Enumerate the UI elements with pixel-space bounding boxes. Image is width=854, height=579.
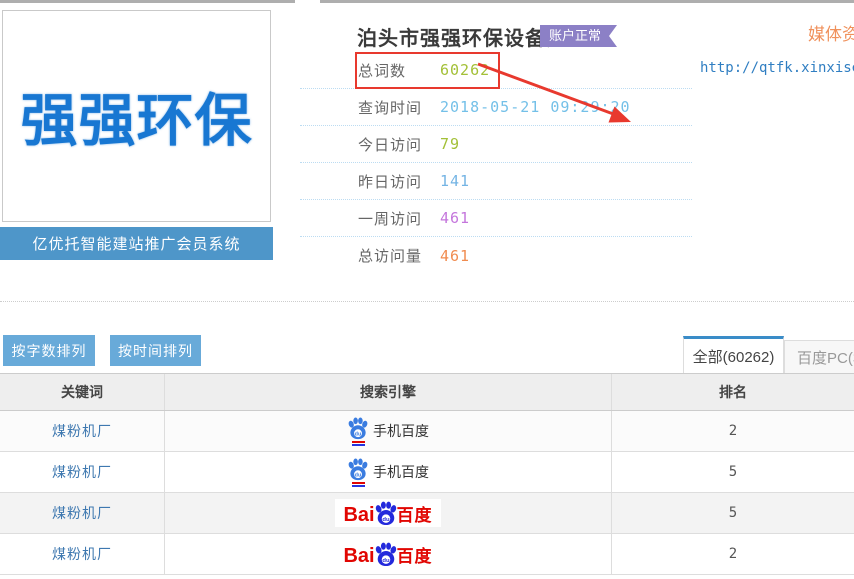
stat-label: 昨日访问: [358, 171, 440, 192]
keyword-cell: 煤粉机厂: [0, 534, 165, 574]
account-status-badge: 账户正常: [540, 25, 617, 47]
company-title: 泊头市强强环保设备厂: [357, 22, 567, 51]
stat-label: 总访问量: [358, 245, 440, 266]
stat-label: 总词数: [358, 60, 440, 81]
keyword-cell: 煤粉机厂: [0, 493, 165, 533]
engine-cell: Bai du 百度: [165, 534, 612, 574]
header-rank: 排名: [612, 374, 854, 410]
svg-text:du: du: [355, 431, 362, 437]
rank-cell: 2: [612, 534, 854, 574]
company-logo-text: 强强环保: [21, 75, 253, 157]
member-system-page: 强强环保 亿优托智能建站推广会员系统 泊头市强强环保设备厂 账户正常 媒体资 h…: [0, 0, 854, 579]
top-edge-strip-left: [0, 0, 295, 3]
engine-cell: du 手机百度: [165, 411, 612, 451]
table-row: 煤粉机厂 Bai du 百度 2: [0, 534, 854, 575]
engine-cell: du 手机百度: [165, 452, 612, 492]
svg-text:du: du: [382, 558, 390, 564]
engine-label: 手机百度: [373, 462, 429, 482]
table-header-row: 关键词 搜索引擎 排名: [0, 373, 854, 411]
sort-by-time-button[interactable]: 按时间排列: [110, 335, 201, 366]
stat-row: 昨日访问 141: [300, 163, 692, 200]
media-section-heading: 媒体资: [808, 20, 854, 45]
rank-cell: 5: [612, 452, 854, 492]
keyword-link[interactable]: 煤粉机厂: [52, 421, 112, 441]
stat-value: 79: [440, 135, 460, 153]
baidu-cn-text: 百度: [397, 547, 433, 567]
stat-row: 总词数 60262: [300, 52, 692, 89]
mobile-baidu-logo: du 手机百度: [347, 457, 429, 487]
stat-value: 461: [440, 209, 470, 227]
baidu-cn-text: 百度: [397, 506, 433, 526]
stat-value: 60262: [440, 61, 490, 79]
results-table-body: 煤粉机厂 du 手机百度: [0, 411, 854, 575]
stat-label: 一周访问: [358, 208, 440, 229]
site-url-link[interactable]: http://qtfk.xinxisea.: [700, 60, 854, 76]
logo-blue-bar: [352, 485, 365, 487]
stats-list: 总词数 60262 查询时间 2018-05-21 09:29:20 今日访问 …: [300, 52, 692, 274]
baidu-pc-logo: Bai du 百度: [335, 499, 440, 527]
header-keyword: 关键词: [0, 374, 165, 410]
logo-red-bar: [352, 441, 365, 443]
baidu-paw-icon: du: [347, 457, 369, 487]
logo-red-bar: [352, 482, 365, 484]
stat-label: 今日访问: [358, 134, 440, 155]
keyword-link[interactable]: 煤粉机厂: [52, 503, 112, 523]
table-row: 煤粉机厂 du 手机百度: [0, 452, 854, 493]
keyword-results-table: 关键词 搜索引擎 排名 煤粉机厂 du: [0, 373, 854, 575]
system-banner: 亿优托智能建站推广会员系统: [0, 227, 273, 260]
keyword-cell: 煤粉机厂: [0, 411, 165, 451]
sort-by-words-button[interactable]: 按字数排列: [3, 335, 95, 366]
baidu-paw-icon: du: [373, 541, 399, 567]
stat-row: 总访问量 461: [300, 237, 692, 274]
baidu-bai-text: Bai: [343, 545, 374, 567]
baidu-bai-text: Bai: [343, 504, 374, 526]
keyword-link[interactable]: 煤粉机厂: [52, 544, 112, 564]
stat-value: 461: [440, 247, 470, 265]
stat-row: 查询时间 2018-05-21 09:29:20: [300, 89, 692, 126]
logo-blue-bar: [352, 444, 365, 446]
engine-label: 手机百度: [373, 421, 429, 441]
stat-row: 今日访问 79: [300, 126, 692, 163]
company-logo-panel: 强强环保: [2, 10, 271, 222]
stat-value: 2018-05-21 09:29:20: [440, 98, 631, 116]
top-edge-strip-right: [320, 0, 854, 3]
engine-cell: Bai du 百度: [165, 493, 612, 533]
svg-text:du: du: [355, 472, 362, 478]
baidu-paw-icon: du: [373, 500, 399, 526]
stat-label: 查询时间: [358, 97, 440, 118]
rank-cell: 5: [612, 493, 854, 533]
baidu-paw-icon: du: [347, 416, 369, 446]
section-divider: [0, 301, 854, 302]
baidu-pc-logo: Bai du 百度: [335, 540, 440, 568]
tab-baidu-pc[interactable]: 百度PC(30: [784, 340, 854, 373]
svg-text:du: du: [382, 517, 390, 523]
header-search-engine: 搜索引擎: [165, 374, 612, 410]
mobile-baidu-logo: du 手机百度: [347, 416, 429, 446]
stat-row: 一周访问 461: [300, 200, 692, 237]
table-row: 煤粉机厂 du 手机百度: [0, 411, 854, 452]
rank-cell: 2: [612, 411, 854, 451]
tab-all-keywords[interactable]: 全部(60262): [683, 336, 784, 373]
table-row: 煤粉机厂 Bai du 百度 5: [0, 493, 854, 534]
keyword-link[interactable]: 煤粉机厂: [52, 462, 112, 482]
keyword-cell: 煤粉机厂: [0, 452, 165, 492]
stat-value: 141: [440, 172, 470, 190]
